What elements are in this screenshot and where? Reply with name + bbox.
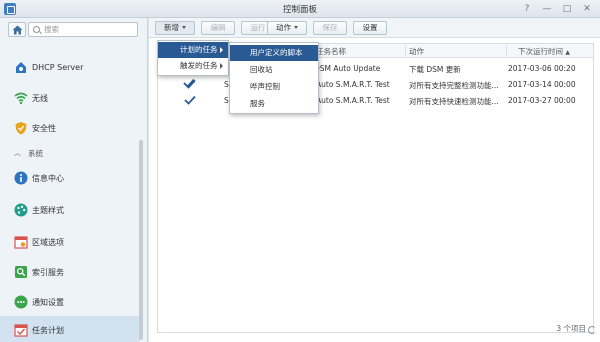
title-bar: 控制面板 ? — □ ✕ <box>0 0 600 18</box>
menu-item-label: 用户定义的脚本 <box>250 48 303 57</box>
menu-item-scheduled-task[interactable]: 计划的任务 <box>158 42 228 58</box>
table-row[interactable]: S Auto S.M.A.R.T. Test 对所有支持完整检测功能... 20… <box>158 77 593 92</box>
sidebar-item-wireless[interactable]: 无线 <box>0 84 140 114</box>
column-header-next-run[interactable]: 下次运行时间 ▲ <box>518 46 570 57</box>
menu-item-label: 哔声控制 <box>250 82 280 91</box>
row-cell-name: DSM Auto Update <box>314 64 381 73</box>
palette-icon <box>14 203 28 217</box>
sidebar-item-label: 安全性 <box>32 124 56 133</box>
wifi-icon <box>14 92 28 105</box>
sidebar-item-label: DHCP Server <box>32 63 84 72</box>
sidebar-item-label: 索引服务 <box>32 268 64 277</box>
row-cell-name: Auto S.M.A.R.T. Test <box>316 96 390 105</box>
menu-item-service[interactable]: 服务 <box>230 96 318 112</box>
row-cell-name: Auto S.M.A.R.T. Test <box>316 80 390 89</box>
sidebar-item-index-service[interactable]: 索引服务 <box>0 258 140 288</box>
create-menu: 计划的任务 触发的任务 <box>157 40 229 76</box>
item-count: 3 个项目 <box>556 324 586 333</box>
table-row[interactable]: S Auto S.M.A.R.T. Test 对所有支持快速检测功能... 20… <box>158 93 593 108</box>
sidebar-item-label: 任务计划 <box>32 326 64 335</box>
section-header-system[interactable]: ︿ 系统 <box>0 146 140 160</box>
sidebar: DHCP Server 无线 安全性 ︿ 系统 信息中心 <box>0 18 148 342</box>
sidebar-item-label: 通知设置 <box>32 298 64 307</box>
settings-button-label: 设置 <box>362 23 378 32</box>
calendar-icon <box>14 236 28 249</box>
row-cell-next-run: 2017-03-06 00:20 <box>508 64 576 73</box>
create-button-label: 新增 <box>164 23 179 32</box>
column-separator <box>506 46 507 56</box>
save-button[interactable]: 保存 <box>313 21 347 35</box>
menu-item-triggered-task[interactable]: 触发的任务 <box>158 58 228 74</box>
section-label: 系统 <box>28 149 43 158</box>
submenu-arrow-icon <box>220 63 223 69</box>
home-button[interactable] <box>8 22 26 37</box>
submenu-arrow-icon <box>220 47 223 53</box>
menu-item-label: 计划的任务 <box>180 45 218 54</box>
cutoff-item <box>32 38 52 42</box>
save-button-label: 保存 <box>322 23 338 32</box>
toolbar: 新增 编辑 运行 动作 保存 设置 <box>149 18 600 38</box>
checkmark-icon[interactable] <box>183 78 195 88</box>
sidebar-item-label: 无线 <box>32 94 48 103</box>
home-icon <box>12 25 23 35</box>
sidebar-item-theme[interactable]: 主题样式 <box>0 196 140 226</box>
task-table: 任务名称 动作 下次运行时间 ▲ S DSM Auto Update 下载 DS… <box>157 43 594 333</box>
scheduled-task-submenu: 用户定义的脚本 回收站 哔声控制 服务 <box>229 42 319 114</box>
run-button-label: 运行 <box>250 23 266 32</box>
row-cell-action: 下载 DSM 更新 <box>409 65 461 74</box>
column-header-action[interactable]: 动作 <box>409 46 424 57</box>
help-icon[interactable]: ? <box>520 2 534 16</box>
sidebar-item-regional-options[interactable]: 区域选项 <box>0 228 140 258</box>
window-title: 控制面板 <box>282 5 317 15</box>
shield-icon <box>15 122 27 135</box>
task-scheduler-icon <box>14 324 28 337</box>
row-cell-action: 对所有支持快速检测功能... <box>409 97 499 106</box>
edit-button-label: 编辑 <box>210 23 226 32</box>
checkmark-icon[interactable] <box>184 95 196 105</box>
sidebar-item-security[interactable]: 安全性 <box>0 114 140 144</box>
menu-item-label: 回收站 <box>250 65 273 74</box>
chevron-up-icon: ︿ <box>14 149 21 157</box>
caret-down-icon <box>182 26 186 29</box>
sidebar-item-label: 信息中心 <box>32 174 64 183</box>
menu-item-label: 触发的任务 <box>180 61 218 70</box>
settings-button[interactable]: 设置 <box>353 21 387 35</box>
close-button[interactable]: ✕ <box>580 2 594 16</box>
row-cell-action: 对所有支持完整检测功能... <box>409 81 499 90</box>
menu-item-beep-control[interactable]: 哔声控制 <box>230 79 318 95</box>
chat-bubble-icon <box>14 295 28 309</box>
menu-item-recycle-bin[interactable]: 回收站 <box>230 62 318 78</box>
search-input[interactable] <box>44 24 134 35</box>
row-cell-next-run: 2017-03-14 00:00 <box>508 80 576 89</box>
refresh-icon[interactable] <box>588 326 596 334</box>
column-header-label: 下次运行时间 <box>518 47 563 56</box>
action-button[interactable]: 动作 <box>267 21 307 35</box>
create-button[interactable]: 新增 <box>155 21 195 35</box>
column-header-name[interactable]: 任务名称 <box>316 46 346 57</box>
index-search-icon <box>15 266 27 278</box>
minimize-button[interactable]: — <box>540 2 554 16</box>
sidebar-item-label: 主题样式 <box>32 206 64 215</box>
sidebar-scrollbar[interactable] <box>139 140 143 340</box>
menu-item-label: 服务 <box>250 99 265 108</box>
maximize-button[interactable]: □ <box>560 2 574 16</box>
sidebar-item-task-scheduler[interactable]: 任务计划 <box>0 316 140 342</box>
sidebar-item-label: 区域选项 <box>32 238 64 247</box>
sidebar-item-notification[interactable]: 通知设置 <box>0 288 140 318</box>
row-cell-next-run: 2017-03-27 00:00 <box>508 96 576 105</box>
column-separator <box>405 46 406 56</box>
sidebar-item-info-center[interactable]: 信息中心 <box>0 164 140 194</box>
search-box <box>28 22 138 37</box>
sort-up-icon: ▲ <box>565 49 571 56</box>
sidebar-item-dhcp-server[interactable]: DHCP Server <box>0 54 140 84</box>
edit-button[interactable]: 编辑 <box>201 21 235 35</box>
dhcp-server-icon <box>16 62 26 73</box>
menu-item-user-defined-script[interactable]: 用户定义的脚本 <box>230 45 318 61</box>
caret-down-icon <box>294 26 298 29</box>
action-button-label: 动作 <box>276 23 291 32</box>
search-icon <box>33 26 40 33</box>
info-icon <box>14 171 28 185</box>
